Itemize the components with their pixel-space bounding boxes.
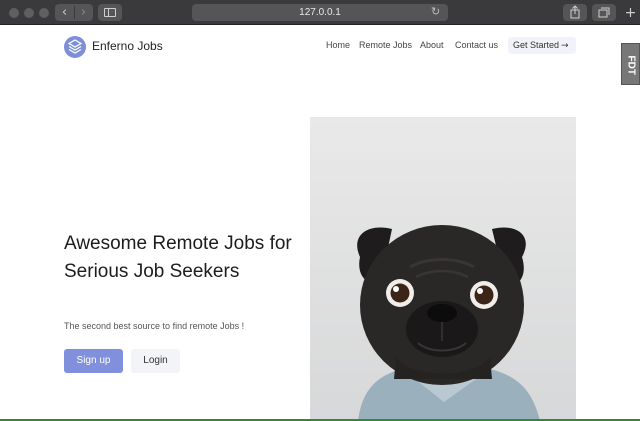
get-started-label: Get Started [513,40,560,50]
url-text: 127.0.0.1 [299,7,341,18]
nav-contact-us[interactable]: Contact us [455,40,498,50]
minimize-window-button[interactable] [24,8,34,18]
share-button[interactable] [563,4,587,21]
tabs-icon [598,7,610,18]
hero-title: Awesome Remote Jobs for Serious Job Seek… [64,233,292,282]
new-tab-icon[interactable]: + [623,6,638,21]
hero-image-pug [310,117,576,421]
web-page: Enferno Jobs Home Remote Jobs About Cont… [0,25,640,421]
address-bar[interactable]: 127.0.0.1 ↻ [192,4,448,21]
sign-up-button[interactable]: Sign up [64,349,123,373]
logo[interactable] [64,36,86,58]
maximize-window-button[interactable] [39,8,49,18]
nav-about[interactable]: About [420,40,444,50]
close-window-button[interactable] [9,8,19,18]
brand-name[interactable]: Enferno Jobs [92,39,163,53]
sidebar-icon [104,8,116,17]
sidebar-toggle-button[interactable] [98,4,122,21]
pug-illustration [310,117,576,421]
get-started-button[interactable]: Get Started → [508,37,576,54]
share-icon [570,5,580,19]
browser-toolbar: ‹ › 127.0.0.1 ↻ + [0,0,640,25]
nav-home[interactable]: Home [326,40,350,50]
nav-remote-jobs[interactable]: Remote Jobs [359,40,412,50]
hero-subtitle: The second best source to find remote Jo… [64,321,245,331]
debug-toolbar-handle[interactable]: FDT [621,43,640,85]
layers-icon [67,39,83,54]
arrow-right-icon: → [561,41,569,51]
forward-icon[interactable]: › [74,4,93,21]
history-nav: ‹ › [55,4,93,21]
reload-icon[interactable]: ↻ [431,6,443,18]
login-button[interactable]: Login [131,349,180,373]
tab-overview-button[interactable] [592,4,616,21]
back-icon[interactable]: ‹ [55,4,74,21]
debug-toolbar-label: FDT [625,55,637,75]
